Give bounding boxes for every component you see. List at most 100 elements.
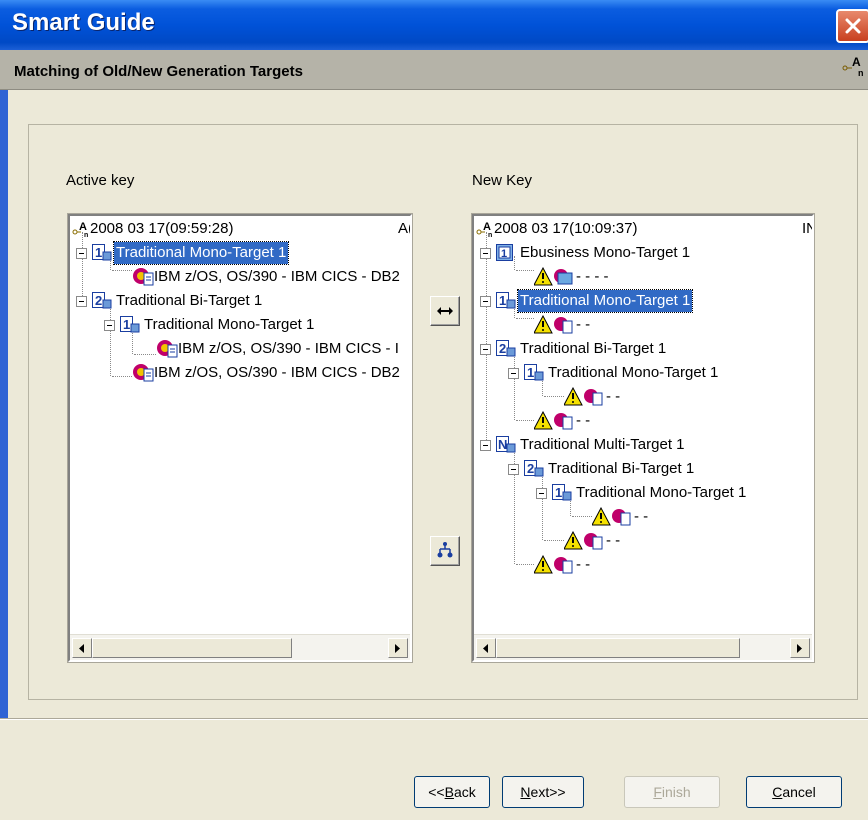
collapse-toggle[interactable] — [508, 368, 519, 379]
active-key-tree[interactable]: A n 2008 03 17(09:59:28) A( 1 Traditiona… — [67, 213, 413, 663]
tree-item-label: IBM z/OS, OS/390 - IBM CICS - DB2 — [154, 268, 400, 285]
tree-item[interactable]: 1 Traditional Mono-Target 1 — [536, 482, 812, 504]
scroll-thumb[interactable] — [92, 638, 292, 658]
bi-target-icon: 2 — [496, 340, 516, 357]
tree-item[interactable]: IBM z/OS, OS/390 - IBM CICS - DB2 — [132, 266, 410, 288]
collapse-toggle[interactable] — [480, 440, 491, 451]
scroll-right-button[interactable] — [388, 638, 408, 658]
tree-item[interactable]: 1 Ebusiness Mono-Target 1 — [480, 242, 810, 264]
warning-platform-icon — [534, 315, 573, 334]
cancel-mnemonic: C — [772, 784, 783, 800]
tree-item-label: IBM z/OS, OS/390 - IBM CICS - DB2 — [154, 364, 400, 381]
svg-text:1: 1 — [95, 245, 102, 260]
tree-item-label: - - — [634, 508, 649, 525]
arrow-left-icon — [483, 644, 488, 653]
tree-item[interactable]: - - - - — [534, 266, 734, 288]
wizard-header: Matching of Old/New Generation Targets A… — [0, 50, 868, 90]
tree-item[interactable]: 1 Traditional Mono-Target 1 — [480, 289, 810, 313]
finish-label: inish — [661, 784, 691, 800]
svg-text:1: 1 — [501, 248, 507, 260]
collapse-toggle[interactable] — [76, 248, 87, 259]
warning-platform-icon — [564, 531, 603, 550]
tree-item[interactable]: 2 Traditional Bi-Target 1 — [76, 290, 406, 312]
tree-root-suffix: A( — [398, 220, 410, 237]
finish-button[interactable]: Finish — [624, 776, 720, 808]
tree-item[interactable]: - - — [592, 506, 792, 528]
match-button[interactable] — [430, 296, 460, 326]
tree-item[interactable]: 1 Traditional Mono-Target 1 — [104, 314, 404, 336]
bi-target-icon: 2 — [92, 292, 112, 309]
horizontal-scrollbar[interactable] — [70, 634, 410, 660]
tree-item[interactable]: - - — [564, 386, 764, 408]
tree-item[interactable]: IBM z/OS, OS/390 - IBM CICS - I — [156, 338, 410, 360]
tree-item[interactable]: 2 Traditional Bi-Target 1 — [508, 458, 808, 480]
mono-target-icon: 1 — [120, 316, 140, 333]
collapse-toggle[interactable] — [480, 248, 491, 259]
svg-text:1: 1 — [499, 293, 506, 308]
svg-text:2: 2 — [527, 461, 534, 476]
svg-text:1: 1 — [527, 365, 534, 380]
tree-item[interactable]: - - — [534, 410, 734, 432]
tree-root-suffix: IN — [802, 220, 812, 237]
mono-target-icon: 1 — [92, 244, 112, 261]
tree-item[interactable]: N Traditional Multi-Target 1 — [480, 434, 810, 456]
svg-text:1: 1 — [123, 317, 130, 332]
arrow-right-icon — [395, 644, 400, 653]
tree-item[interactable]: - - — [564, 530, 764, 552]
warning-platform-icon — [534, 411, 573, 430]
scroll-left-button[interactable] — [72, 638, 92, 658]
active-key-label: Active key — [66, 172, 135, 189]
arrow-right-icon — [797, 644, 802, 653]
auto-match-button[interactable] — [430, 536, 460, 566]
tree-item-label: Traditional Bi-Target 1 — [520, 340, 667, 357]
swap-arrows-icon — [437, 307, 453, 315]
tree-item-label: - - — [576, 316, 591, 333]
platform-icon — [133, 364, 154, 382]
tree-item[interactable]: - - — [534, 554, 734, 576]
tree-root-label: 2008 03 17(10:09:37) — [494, 220, 638, 237]
finish-mnemonic: F — [653, 784, 662, 800]
mono-target-icon: 1 — [496, 292, 516, 309]
collapse-toggle[interactable] — [536, 488, 547, 499]
collapse-toggle[interactable] — [480, 296, 491, 307]
back-label: ack — [453, 784, 476, 800]
cancel-button[interactable]: Cancel — [746, 776, 842, 808]
tree-item[interactable]: IBM z/OS, OS/390 - IBM CICS - DB2 — [132, 362, 410, 384]
close-button[interactable] — [836, 9, 868, 43]
new-key-tree[interactable]: A n 2008 03 17(10:09:37) IN 1 Ebusiness … — [471, 213, 815, 663]
tree-root[interactable]: A n 2008 03 17(09:59:28) A( — [72, 218, 410, 240]
multi-target-icon: N — [496, 436, 516, 453]
bi-target-icon: 2 — [524, 460, 544, 477]
tree-item-label: - - — [606, 532, 621, 549]
new-key-tree-area: A n 2008 03 17(10:09:37) IN 1 Ebusiness … — [474, 216, 812, 634]
tree-item-label: Traditional Mono-Target 1 — [516, 289, 694, 313]
tree-item-label: Ebusiness Mono-Target 1 — [520, 244, 691, 261]
tree-item[interactable]: - - — [534, 314, 734, 336]
svg-text:1: 1 — [555, 485, 562, 500]
tree-item[interactable]: 1 Traditional Mono-Target 1 — [76, 241, 406, 265]
collapse-toggle[interactable] — [76, 296, 87, 307]
svg-text:N: N — [498, 437, 507, 452]
collapse-toggle[interactable] — [480, 344, 491, 355]
tree-item-label: Traditional Bi-Target 1 — [548, 460, 695, 477]
tree-item-label: Traditional Mono-Target 1 — [112, 241, 290, 265]
tree-item-label: - - - - — [576, 268, 609, 285]
svg-text:2: 2 — [499, 341, 506, 356]
tree-item[interactable]: 1 Traditional Mono-Target 1 — [508, 362, 808, 384]
mono-target-icon: 1 — [524, 364, 544, 381]
horizontal-scrollbar[interactable] — [474, 634, 812, 660]
collapse-toggle[interactable] — [508, 464, 519, 475]
back-button[interactable]: <<Back — [414, 776, 490, 808]
collapse-toggle[interactable] — [104, 320, 115, 331]
back-prefix: << — [428, 784, 445, 800]
scroll-left-button[interactable] — [476, 638, 496, 658]
scroll-thumb[interactable] — [496, 638, 740, 658]
next-mnemonic: N — [520, 784, 531, 800]
scroll-right-button[interactable] — [790, 638, 810, 658]
tree-root[interactable]: A n 2008 03 17(10:09:37) IN — [476, 218, 812, 240]
next-button[interactable]: Next>> — [502, 776, 584, 808]
tree-item[interactable]: 2 Traditional Bi-Target 1 — [480, 338, 810, 360]
svg-text:n: n — [858, 68, 864, 78]
svg-text:2: 2 — [95, 293, 102, 308]
separator — [0, 718, 868, 720]
